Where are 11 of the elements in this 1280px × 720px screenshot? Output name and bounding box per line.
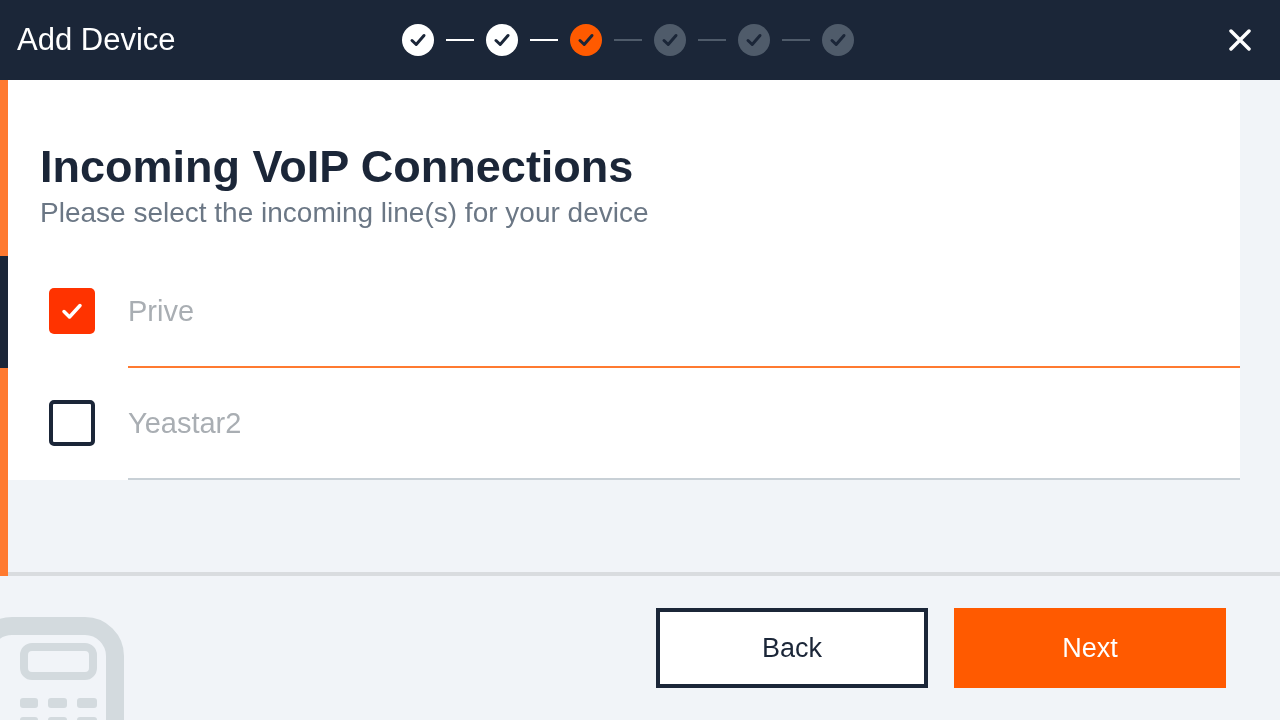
- line-label: Prive: [128, 294, 195, 328]
- back-button[interactable]: Back: [656, 608, 928, 688]
- line-checkbox[interactable]: [49, 400, 95, 446]
- calculator-icon: [0, 617, 124, 720]
- line-label: Yeastar2: [128, 406, 242, 440]
- dialog-title: Add Device: [17, 22, 177, 58]
- close-button[interactable]: [1229, 29, 1251, 51]
- page-heading: Incoming VoIP Connections: [40, 142, 635, 192]
- line-checkbox[interactable]: [49, 288, 95, 334]
- close-icon: [1229, 29, 1251, 51]
- page-subtitle: Please select the incoming line(s) for your device: [40, 197, 650, 229]
